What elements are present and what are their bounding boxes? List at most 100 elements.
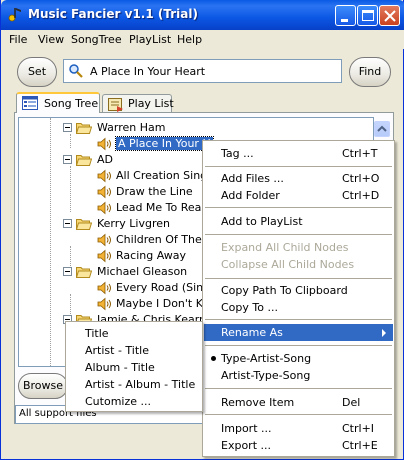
minimize-icon xyxy=(341,19,348,22)
ctx-collapse-all-label: Collapse All Child Nodes xyxy=(221,258,355,271)
ctx-separator xyxy=(205,345,392,346)
tab-song-tree-label: Song Tree xyxy=(44,97,99,110)
ctx-separator xyxy=(205,388,392,389)
ctx-copy-to[interactable]: Copy To ... xyxy=(204,299,393,316)
ctx-type-artist-song[interactable]: Type-Artist-Song xyxy=(204,350,393,367)
sub-customize-label: Cutomize ... xyxy=(85,395,151,408)
ctx-add-to-playlist-label: Add to PlayList xyxy=(221,215,303,228)
sub-artist-title[interactable]: Artist - Title xyxy=(67,342,201,359)
speaker-icon xyxy=(97,201,111,215)
ctx-add-folder-label: Add Folder xyxy=(221,189,280,202)
chevron-up-icon xyxy=(377,125,387,132)
sub-artist-title-label: Artist - Title xyxy=(85,344,149,357)
tree-node-label: Kerry Livgren xyxy=(97,217,170,230)
speaker-icon xyxy=(97,169,111,183)
tab-song-tree[interactable]: Song Tree xyxy=(16,92,100,113)
speaker-icon xyxy=(97,297,111,311)
context-menu: Tag ... Ctrl+T Add Files ... Ctrl+O Add Fo… xyxy=(202,140,395,457)
tree-node-label: Lead Me To Reas xyxy=(116,201,208,214)
ctx-add-to-playlist[interactable]: Add to PlayList xyxy=(204,213,393,230)
sub-customize[interactable]: Cutomize ... xyxy=(67,393,201,410)
ctx-add-folder[interactable]: Add Folder Ctrl+D xyxy=(204,187,393,204)
ctx-copy-to-label: Copy To ... xyxy=(221,301,278,314)
sub-album-title-label: Album - Title xyxy=(85,361,155,374)
menu-songtree[interactable]: SongTree xyxy=(71,33,122,46)
open-folder-icon xyxy=(76,155,92,166)
speaker-icon xyxy=(97,233,111,247)
menu-help[interactable]: Help xyxy=(177,33,202,46)
collapse-toggle-icon[interactable] xyxy=(63,267,72,276)
ctx-separator xyxy=(205,319,392,320)
ctx-import[interactable]: Import ... Ctrl+I xyxy=(204,420,393,437)
ctx-add-files-label: Add Files ... xyxy=(221,172,284,185)
ctx-import-shortcut: Ctrl+I xyxy=(342,422,375,435)
ctx-import-label: Import ... xyxy=(221,422,272,435)
speaker-icon xyxy=(97,185,111,199)
tree-guide-line xyxy=(70,166,71,212)
set-button[interactable]: Set xyxy=(17,57,57,87)
ctx-type-artist-song-label: Type-Artist-Song xyxy=(221,352,312,365)
tree-node-label: Draw the Line xyxy=(116,185,193,198)
ctx-separator xyxy=(205,207,392,208)
tree-guide-line xyxy=(70,134,71,148)
find-button[interactable]: Find xyxy=(349,57,391,87)
collapse-toggle-icon[interactable] xyxy=(63,219,72,228)
close-icon xyxy=(384,10,396,22)
collapse-toggle-icon[interactable] xyxy=(63,155,72,164)
maximize-button[interactable] xyxy=(357,5,378,26)
ctx-artist-type-song-label: Artist-Type-Song xyxy=(221,369,311,382)
ctx-separator xyxy=(205,234,392,235)
sub-album-title[interactable]: Album - Title xyxy=(67,359,201,376)
ctx-remove-item[interactable]: Remove Item Del xyxy=(204,394,393,411)
ctx-add-files[interactable]: Add Files ... Ctrl+O xyxy=(204,170,393,187)
sub-artist-album-title[interactable]: Artist - Album - Title xyxy=(67,376,201,393)
ctx-copy-path[interactable]: Copy Path To Clipboard xyxy=(204,282,393,299)
tree-node-label: Racing Away xyxy=(116,249,187,262)
collapse-toggle-icon[interactable] xyxy=(63,123,72,132)
tree-node-label: A Place In Your H xyxy=(115,136,214,151)
browse-button[interactable]: Browse xyxy=(18,373,68,399)
search-value: A Place In Your Heart xyxy=(90,65,206,78)
tree-node-label: Children Of The S xyxy=(116,233,213,246)
ctx-tag-label: Tag ... xyxy=(221,147,254,160)
menu-playlist[interactable]: PlayList xyxy=(129,33,171,46)
ctx-export[interactable]: Export ... Ctrl+E xyxy=(204,437,393,454)
ctx-add-folder-shortcut: Ctrl+D xyxy=(342,189,380,202)
open-folder-icon xyxy=(76,219,92,230)
speaker-icon xyxy=(97,281,111,295)
open-folder-icon xyxy=(76,267,92,278)
ctx-expand-all-label: Expand All Child Nodes xyxy=(221,241,349,254)
ctx-add-files-shortcut: Ctrl+O xyxy=(342,172,380,185)
playlist-icon xyxy=(108,98,123,112)
sub-artist-album-title-label: Artist - Album - Title xyxy=(85,378,196,391)
tab-play-list[interactable]: Play List xyxy=(102,94,174,114)
maximize-icon xyxy=(362,10,374,21)
menu-file[interactable]: File xyxy=(9,33,27,46)
search-input[interactable]: A Place In Your Heart xyxy=(63,59,342,83)
close-button[interactable] xyxy=(379,5,400,26)
sub-title[interactable]: Title xyxy=(67,325,201,342)
ctx-copy-path-label: Copy Path To Clipboard xyxy=(221,284,348,297)
app-icon xyxy=(8,8,21,22)
speaker-icon xyxy=(97,137,111,151)
title-bar[interactable]: Music Fancier v1.1 (Trial) xyxy=(1,0,404,30)
magnifier-icon xyxy=(69,64,83,78)
tree-node-label: All Creation Sings xyxy=(116,169,213,182)
ctx-rename-as[interactable]: Rename As xyxy=(204,324,393,341)
menu-view[interactable]: View xyxy=(38,33,64,46)
open-folder-icon xyxy=(76,123,92,134)
ctx-separator xyxy=(205,166,392,167)
sub-title-label: Title xyxy=(85,327,109,340)
ctx-remove-item-shortcut: Del xyxy=(342,396,361,409)
minimize-button[interactable] xyxy=(335,5,356,26)
window-title: Music Fancier v1.1 (Trial) xyxy=(28,7,198,21)
tree-node-label: Every Road (Singl xyxy=(116,281,214,294)
tab-play-list-label: Play List xyxy=(128,97,174,110)
ctx-tag[interactable]: Tag ... Ctrl+T xyxy=(204,145,393,162)
radio-bullet-icon xyxy=(211,356,216,361)
submenu-arrow-icon xyxy=(382,329,386,337)
tree-guide-line xyxy=(50,118,51,366)
speaker-icon xyxy=(97,249,111,263)
ctx-artist-type-song[interactable]: Artist-Type-Song xyxy=(204,367,393,384)
scroll-up-button[interactable] xyxy=(374,121,390,137)
